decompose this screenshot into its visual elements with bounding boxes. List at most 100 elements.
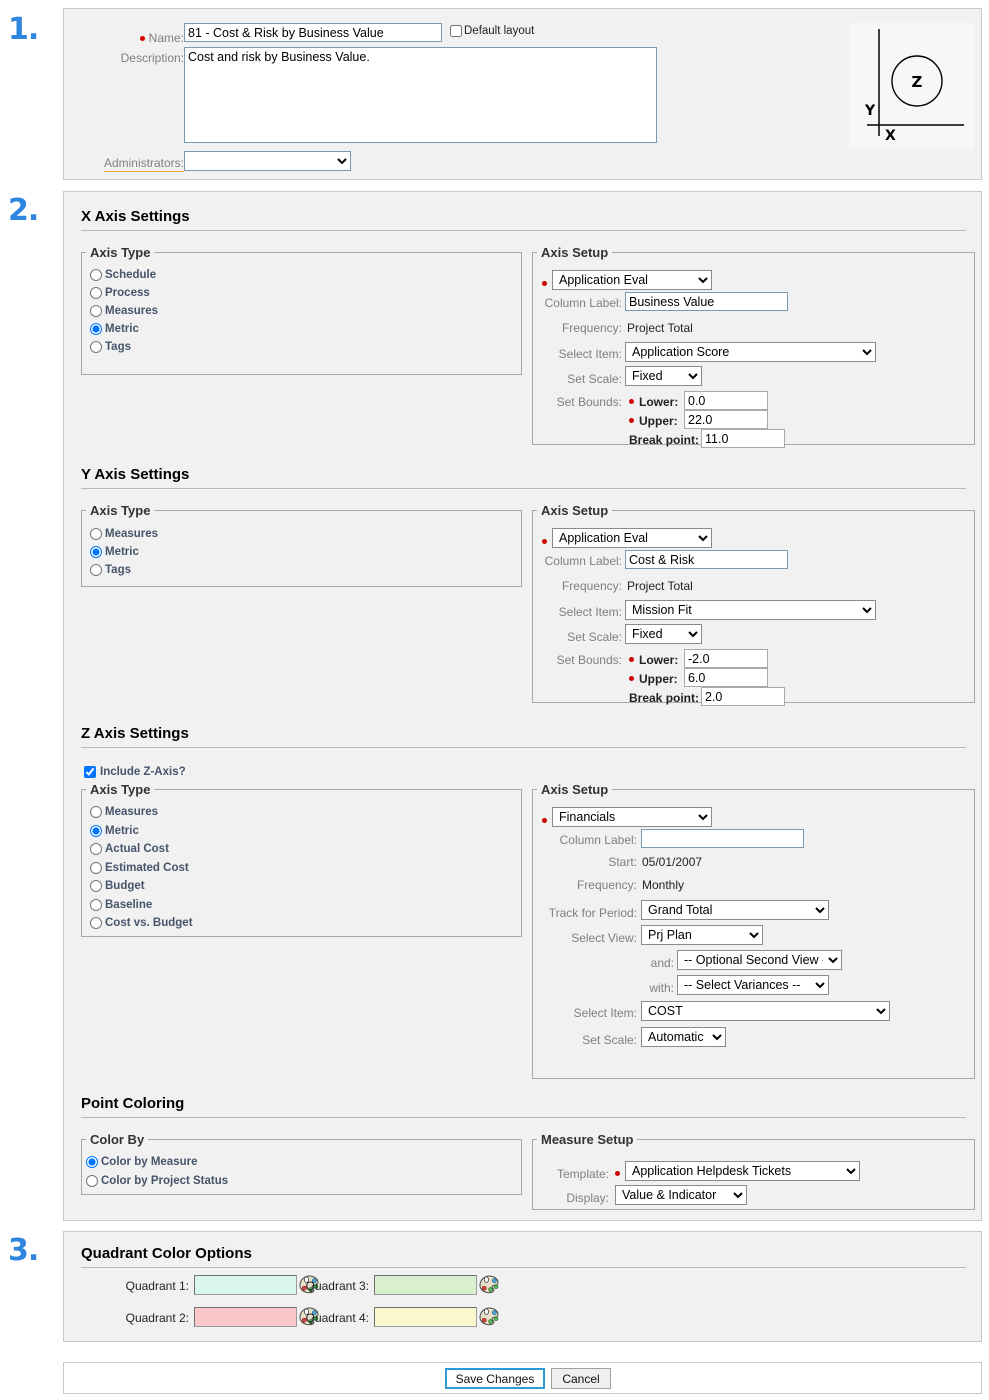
z-axis-set-scale-label: Set Scale: [582, 1033, 637, 1047]
y-axis-set-scale-label: Set Scale: [567, 630, 622, 644]
y-axis-set-scale-select[interactable]: Fixed [625, 624, 702, 644]
x-axis-type-radio-process[interactable] [90, 287, 102, 299]
x-axis-break-point-label: Break point: [629, 433, 700, 447]
x-axis-upper-input[interactable] [684, 410, 768, 429]
z-axis-type-radio-metric[interactable] [90, 825, 102, 837]
x-axis-type-radio-measures[interactable] [90, 305, 102, 317]
x-axis-source-select[interactable]: Application Eval [552, 270, 712, 290]
y-axis-type-option-tags[interactable]: Tags [90, 564, 131, 576]
y-axis-column-label-input[interactable] [625, 550, 788, 569]
quadrant-4-palette-icon[interactable] [477, 1306, 501, 1328]
z-axis-type-option-cost-vs-budget[interactable]: Cost vs. Budget [90, 917, 193, 929]
z-axis-select-item-label: Select Item: [573, 1006, 637, 1020]
z-axis-and-select[interactable]: -- Optional Second View -- [677, 950, 842, 970]
z-axis-type-option-actual-cost[interactable]: Actual Cost [90, 843, 169, 855]
thumbnail-z-label: Z [912, 73, 923, 91]
include-z-axis-label: Include Z-Axis? [100, 766, 186, 778]
x-axis-type-option-schedule[interactable]: Schedule [90, 269, 156, 281]
y-axis-type-option-metric[interactable]: Metric [90, 546, 139, 558]
color-by-legend: Color By [90, 1132, 145, 1147]
required-indicator-y-lower [629, 657, 634, 662]
z-axis-type-label-cost-vs-budget: Cost vs. Budget [105, 917, 193, 929]
x-axis-type-option-metric[interactable]: Metric [90, 323, 139, 335]
y-axis-type-radio-metric[interactable] [90, 546, 102, 558]
x-axis-lower-input[interactable] [684, 391, 768, 410]
z-axis-source-select[interactable]: Financials [552, 807, 712, 827]
y-axis-break-point-input[interactable] [701, 687, 785, 706]
quadrant-3-label: Quadrant 3: [305, 1279, 369, 1293]
cancel-button[interactable]: Cancel [551, 1368, 611, 1389]
x-axis-type-radio-schedule[interactable] [90, 269, 102, 281]
color-by-radio-measure[interactable] [86, 1156, 98, 1168]
y-axis-lower-input[interactable] [684, 649, 768, 668]
z-axis-with-select[interactable]: -- Select Variances -- [677, 975, 829, 995]
x-axis-set-scale-select[interactable]: Fixed [625, 366, 702, 386]
x-axis-type-option-measures[interactable]: Measures [90, 305, 158, 317]
y-axis-type-radio-measures[interactable] [90, 528, 102, 540]
z-axis-frequency-value: Monthly [642, 878, 685, 892]
step-number-2: 2. [8, 193, 39, 228]
y-axis-source-select[interactable]: Application Eval [552, 528, 712, 548]
z-axis-select-item-select[interactable]: COST [641, 1001, 890, 1021]
x-axis-frequency-label: Frequency: [561, 321, 622, 335]
z-axis-type-option-metric[interactable]: Metric [90, 825, 139, 837]
z-axis-start-label: Start: [608, 855, 637, 869]
x-axis-type-label-process: Process [105, 287, 150, 299]
color-by-radio-project-status[interactable] [86, 1175, 98, 1187]
point-coloring-section-title: Point Coloring [81, 1095, 185, 1112]
z-axis-set-scale-select[interactable]: Automatic [641, 1027, 726, 1047]
z-axis-type-option-measures[interactable]: Measures [90, 806, 158, 818]
z-axis-type-radio-baseline[interactable] [90, 899, 102, 911]
description-textarea[interactable]: Cost and risk by Business Value. [184, 47, 657, 143]
x-axis-type-radio-metric[interactable] [90, 323, 102, 335]
y-axis-upper-input[interactable] [684, 668, 768, 687]
z-axis-type-radio-cost-vs-budget[interactable] [90, 917, 102, 929]
quadrant-3-palette-icon[interactable] [477, 1274, 501, 1296]
quadrant-3-color-swatch[interactable] [374, 1275, 477, 1295]
z-axis-type-option-estimated-cost[interactable]: Estimated Cost [90, 862, 189, 874]
name-input[interactable] [184, 23, 442, 42]
x-axis-type-label-schedule: Schedule [105, 269, 157, 281]
color-by-option-project-status[interactable]: Color by Project Status [86, 1175, 228, 1187]
x-axis-type-option-process[interactable]: Process [90, 287, 150, 299]
default-layout-label: Default layout [464, 25, 535, 37]
x-axis-type-radio-tags[interactable] [90, 341, 102, 353]
z-axis-select-view-select[interactable]: Prj Plan [641, 925, 763, 945]
include-z-axis-row[interactable]: Include Z-Axis? [84, 766, 186, 778]
z-axis-type-radio-budget[interactable] [90, 880, 102, 892]
template-select[interactable]: Application Helpdesk Tickets [625, 1161, 860, 1181]
display-select[interactable]: Value & Indicator [615, 1185, 747, 1205]
administrators-select[interactable] [184, 151, 351, 171]
z-axis-type-radio-actual-cost[interactable] [90, 843, 102, 855]
y-axis-type-option-measures[interactable]: Measures [90, 528, 158, 540]
z-axis-type-label-actual-cost: Actual Cost [105, 843, 169, 855]
z-axis-type-option-budget[interactable]: Budget [90, 880, 145, 892]
z-axis-column-label-input[interactable] [641, 829, 804, 848]
y-axis-divider [81, 488, 966, 489]
x-axis-type-option-tags[interactable]: Tags [90, 341, 131, 353]
x-axis-break-point-input[interactable] [701, 429, 785, 448]
z-axis-track-period-select[interactable]: Grand Total [641, 900, 829, 920]
y-axis-select-item-label: Select Item: [558, 605, 622, 619]
save-changes-button[interactable]: Save Changes [445, 1368, 545, 1389]
quadrant-2-label: Quadrant 2: [125, 1311, 189, 1325]
required-indicator-y-source [542, 539, 547, 544]
display-label: Display: [566, 1191, 609, 1205]
include-z-axis-checkbox[interactable] [84, 766, 96, 778]
z-axis-type-radio-estimated-cost[interactable] [90, 862, 102, 874]
x-axis-type-label-tags: Tags [105, 341, 131, 353]
y-axis-type-radio-tags[interactable] [90, 564, 102, 576]
z-axis-type-radio-measures[interactable] [90, 806, 102, 818]
quadrant-divider [81, 1267, 966, 1268]
y-axis-select-item-select[interactable]: Mission Fit [625, 600, 876, 620]
x-axis-select-item-select[interactable]: Application Score [625, 342, 876, 362]
x-axis-lower-label: Lower: [639, 395, 679, 409]
y-axis-section-title: Y Axis Settings [81, 466, 190, 483]
color-by-option-measure[interactable]: Color by Measure [86, 1156, 198, 1168]
quadrant-4-color-swatch[interactable] [374, 1307, 477, 1327]
x-axis-column-label-input[interactable] [625, 292, 788, 311]
default-layout-checkbox[interactable] [450, 25, 462, 37]
default-layout-checkbox-row[interactable]: Default layout [450, 25, 534, 37]
quadrant-1-label: Quadrant 1: [125, 1279, 189, 1293]
z-axis-type-option-baseline[interactable]: Baseline [90, 899, 152, 911]
